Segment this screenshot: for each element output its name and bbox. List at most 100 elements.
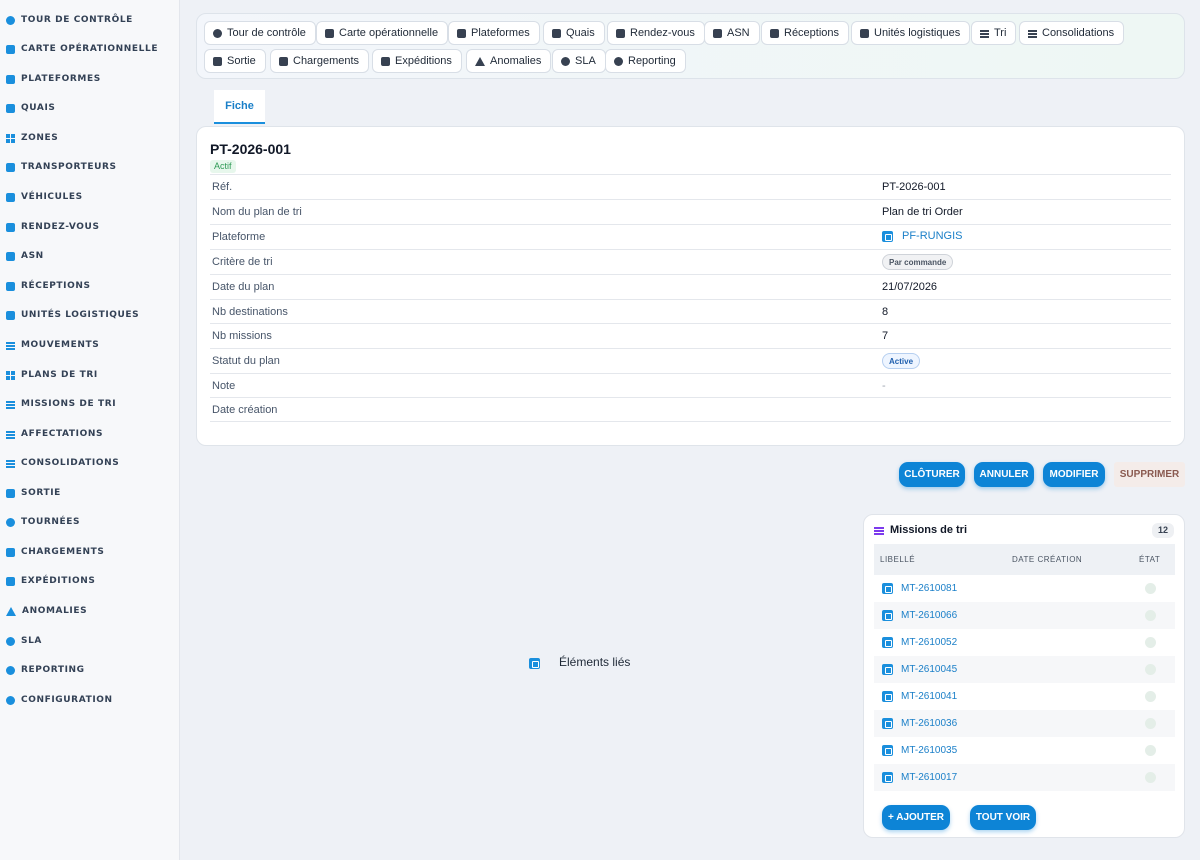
table-row[interactable]: MT-2610017: [874, 764, 1175, 791]
sidebar-item-configuration[interactable]: CONFIGURATION: [0, 689, 179, 711]
mission-link[interactable]: MT-2610036: [901, 718, 957, 729]
sidebar-item-reporting[interactable]: REPORTING: [0, 659, 179, 681]
sidebar-item-sla[interactable]: SLA: [0, 630, 179, 652]
sidebar-item-unites-logistiques[interactable]: UNITÉS LOGISTIQUES: [0, 304, 179, 326]
sidebar-item-label: PLATEFORMES: [21, 74, 101, 84]
annuler-button[interactable]: ANNULER: [974, 462, 1034, 487]
table-row[interactable]: MT-2610052: [874, 629, 1175, 656]
status-dot: [1145, 691, 1156, 702]
sidebar-item-label: ZONES: [21, 133, 59, 143]
table-row[interactable]: MT-2610036: [874, 710, 1175, 737]
status-dot: [1145, 583, 1156, 594]
nav-chip-tour-de-controle[interactable]: Tour de contrôle: [204, 21, 316, 45]
column-header-date-creation: DATE CRÉATION: [1012, 555, 1083, 564]
sidebar-item-label: AFFECTATIONS: [21, 429, 104, 439]
tab-label: Fiche: [225, 100, 254, 112]
sidebar-item-missions-de-tri[interactable]: MISSIONS DE TRI: [0, 393, 179, 415]
supprimer-button[interactable]: SUPPRIMER: [1114, 462, 1185, 487]
sidebar-item-quais[interactable]: QUAIS: [0, 97, 179, 119]
sidebar-item-plans-de-tri[interactable]: PLANS DE TRI: [0, 364, 179, 386]
sidebar-item-label: TOURNÉES: [21, 517, 81, 527]
table-row[interactable]: MT-2610066: [874, 602, 1175, 629]
sidebar-item-vehicules[interactable]: VÉHICULES: [0, 186, 179, 208]
nav-chip-unites-logistiques[interactable]: Unités logistiques: [851, 21, 971, 45]
mission-link[interactable]: MT-2610017: [901, 772, 957, 783]
plateforme-link[interactable]: PF-RUNGIS: [882, 230, 963, 242]
status-dot: [1145, 772, 1156, 783]
document-icon: [713, 28, 722, 38]
nav-chip-sla[interactable]: SLA: [552, 49, 606, 73]
mission-link[interactable]: MT-2610052: [901, 637, 957, 648]
sidebar-item-label: EXPÉDITIONS: [21, 576, 96, 586]
nav-chip-rendez-vous[interactable]: Rendez-vous: [607, 21, 705, 45]
view-all-missions-button[interactable]: TOUT VOIR: [970, 805, 1036, 830]
nav-chip-receptions[interactable]: Réceptions: [761, 21, 850, 45]
field-value: -: [882, 380, 886, 392]
nav-chip-expeditions[interactable]: Expéditions: [372, 49, 462, 73]
nav-chip-asn[interactable]: ASN: [704, 21, 760, 45]
nav-chip-label: Sortie: [227, 55, 256, 67]
nav-chip-quais[interactable]: Quais: [543, 21, 605, 45]
plateforme-link-text: PF-RUNGIS: [902, 230, 963, 242]
stopwatch-icon: [561, 56, 570, 66]
mission-link[interactable]: MT-2610041: [901, 691, 957, 702]
nav-chip-sortie[interactable]: Sortie: [204, 49, 266, 73]
table-row[interactable]: MT-2610041: [874, 683, 1175, 710]
sidebar-item-label: MISSIONS DE TRI: [21, 399, 117, 409]
pallet-icon: [860, 28, 869, 38]
sidebar-item-carte-operationnelle[interactable]: CARTE OPÉRATIONNELLE: [0, 38, 179, 60]
sidebar-item-tournees[interactable]: TOURNÉES: [0, 511, 179, 533]
sidebar-item-anomalies[interactable]: ANOMALIES: [0, 600, 179, 622]
sidebar-item-label: MOUVEMENTS: [21, 340, 100, 350]
nav-chip-carte-operationnelle[interactable]: Carte opérationnelle: [316, 21, 449, 45]
sidebar-item-label: CARTE OPÉRATIONNELLE: [21, 44, 159, 54]
table-row[interactable]: MT-2610081: [874, 575, 1175, 602]
sidebar-item-expeditions[interactable]: EXPÉDITIONS: [0, 570, 179, 592]
field-label: Nb destinations: [212, 306, 288, 318]
mission-link[interactable]: MT-2610035: [901, 745, 957, 756]
field-value: 21/07/2026: [882, 281, 938, 293]
mission-link[interactable]: MT-2610081: [901, 583, 957, 594]
nav-chip-chargements[interactable]: Chargements: [270, 49, 370, 73]
table-row[interactable]: MT-2610045: [874, 656, 1175, 683]
status-dot: [1145, 745, 1156, 756]
nav-chip-plateformes[interactable]: Plateformes: [448, 21, 540, 45]
dock-icon: [6, 103, 15, 113]
sidebar-item-tour-de-controle[interactable]: TOUR DE CONTRÔLE: [0, 9, 179, 31]
tab-fiche[interactable]: Fiche: [214, 90, 265, 124]
sidebar-item-asn[interactable]: ASN: [0, 245, 179, 267]
mission-link[interactable]: MT-2610045: [901, 664, 957, 675]
nav-chip-anomalies[interactable]: Anomalies: [466, 49, 552, 73]
missions-panel: Missions de tri 12 LIBELLÉ DATE CRÉATION…: [863, 514, 1185, 838]
field-row-nom: Nom du plan de tri Plan de tri Order: [210, 199, 1171, 224]
table-row[interactable]: MT-2610035: [874, 737, 1175, 764]
sidebar-item-consolidations[interactable]: CONSOLIDATIONS: [0, 452, 179, 474]
nav-chip-reporting[interactable]: Reporting: [605, 49, 686, 73]
nav-chip-label: Anomalies: [490, 55, 542, 67]
sidebar-item-label: TOUR DE CONTRÔLE: [21, 15, 133, 25]
column-header-libelle: LIBELLÉ: [880, 555, 916, 564]
sidebar-item-plateformes[interactable]: PLATEFORMES: [0, 68, 179, 90]
sidebar-item-affectations[interactable]: AFFECTATIONS: [0, 423, 179, 445]
sidebar-item-transporteurs[interactable]: TRANSPORTEURS: [0, 156, 179, 178]
sidebar-item-sortie[interactable]: SORTIE: [0, 482, 179, 504]
sidebar-item-label: QUAIS: [21, 103, 56, 113]
sidebar-item-rendez-vous[interactable]: RENDEZ-VOUS: [0, 216, 179, 238]
modifier-button[interactable]: MODIFIER: [1043, 462, 1105, 487]
sidebar-item-receptions[interactable]: RÉCEPTIONS: [0, 275, 179, 297]
nav-chip-consolidations[interactable]: Consolidations: [1019, 21, 1125, 45]
field-label: Nb missions: [212, 330, 272, 342]
nav-chip-tri[interactable]: Tri: [971, 21, 1017, 45]
sidebar-item-label: SORTIE: [21, 488, 61, 498]
mission-link[interactable]: MT-2610066: [901, 610, 957, 621]
missions-panel-title: Missions de tri: [890, 524, 968, 536]
status-dot: [1145, 610, 1156, 621]
qr-code-icon: [882, 772, 893, 783]
dock-icon: [552, 28, 561, 38]
sidebar-item-mouvements[interactable]: MOUVEMENTS: [0, 334, 179, 356]
add-mission-button[interactable]: + AJOUTER: [882, 805, 950, 830]
sidebar-item-label: CHARGEMENTS: [21, 547, 105, 557]
sidebar-item-chargements[interactable]: CHARGEMENTS: [0, 541, 179, 563]
sidebar-item-zones[interactable]: ZONES: [0, 127, 179, 149]
cloturer-button[interactable]: CLÔTURER: [899, 462, 965, 487]
